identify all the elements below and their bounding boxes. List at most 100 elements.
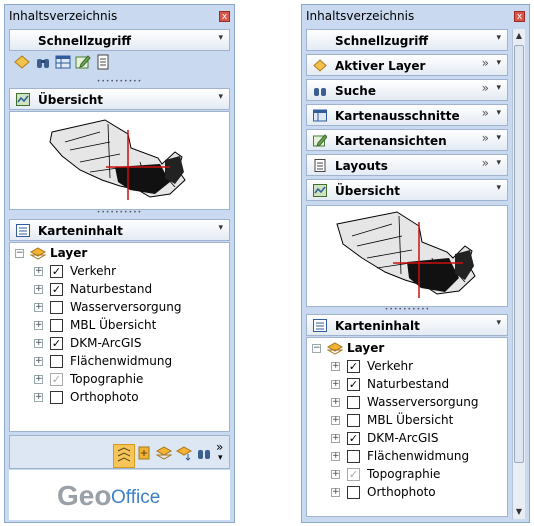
expand-icon[interactable]: + — [34, 321, 43, 330]
left-grip-1[interactable]: •••••••••• — [5, 79, 234, 85]
expand-more-icon[interactable]: » — [482, 106, 489, 120]
layer-row[interactable]: + Orthophoto — [307, 484, 502, 502]
layer-order-icon[interactable] — [113, 444, 135, 468]
right-section-item[interactable]: Suche » ▾ — [306, 79, 508, 101]
expand-icon[interactable]: + — [331, 434, 340, 443]
left-map-content-dropdown-icon[interactable]: ▾ — [218, 223, 223, 233]
right-section-dropdown-icon[interactable]: ▾ — [496, 83, 501, 93]
layer-visibility-checkbox[interactable] — [50, 355, 63, 368]
layer-visibility-checkbox[interactable]: ✓ — [347, 360, 360, 373]
layer-row[interactable]: + Orthophoto — [10, 389, 205, 407]
expand-icon[interactable]: + — [331, 362, 340, 371]
right-section-dropdown-icon[interactable]: ▾ — [496, 183, 501, 193]
layer-row[interactable]: + ✓ Verkehr — [10, 263, 205, 281]
layer-visibility-checkbox[interactable]: ✓ — [50, 337, 63, 350]
right-scrollbar[interactable]: ▲ ▼ — [512, 29, 525, 519]
expand-icon[interactable]: + — [331, 452, 340, 461]
right-section-item[interactable]: Kartenausschnitte » ▾ — [306, 104, 508, 126]
collapse-icon[interactable]: − — [15, 249, 24, 258]
left-grip-2[interactable]: •••••••••• — [5, 210, 234, 216]
layer-down-icon[interactable] — [176, 445, 192, 461]
expand-icon[interactable]: + — [34, 375, 43, 384]
left-section-map-content[interactable]: Karteninhalt ▾ — [9, 219, 230, 241]
expand-icon[interactable]: + — [34, 267, 43, 276]
right-section-item[interactable]: Schnellzugriff ▾ — [306, 29, 508, 51]
layer-row[interactable]: + MBL Übersicht — [307, 412, 502, 430]
layer-visibility-checkbox[interactable]: ✓ — [347, 378, 360, 391]
expand-icon[interactable]: + — [34, 357, 43, 366]
expand-more-icon[interactable]: » — [482, 56, 489, 70]
layer-row[interactable]: + ✓ Naturbestand — [307, 376, 502, 394]
layer-row[interactable]: + MBL Übersicht — [10, 317, 205, 335]
toolbar-overflow-icon[interactable]: » — [216, 440, 223, 454]
collapse-icon[interactable]: − — [312, 344, 321, 353]
right-section-dropdown-icon[interactable]: ▾ — [496, 133, 501, 143]
right-map-content-dropdown-icon[interactable]: ▾ — [496, 318, 501, 328]
right-section-item[interactable]: Aktiver Layer » ▾ — [306, 54, 508, 76]
left-overview-dropdown-icon[interactable]: ▾ — [218, 92, 223, 102]
layer-visibility-checkbox[interactable] — [50, 301, 63, 314]
right-section-item[interactable]: Übersicht ▾ — [306, 179, 508, 201]
expand-more-icon[interactable]: » — [482, 131, 489, 145]
right-section-dropdown-icon[interactable]: ▾ — [496, 33, 501, 43]
expand-icon[interactable]: + — [331, 488, 340, 497]
right-overview-map[interactable] — [306, 205, 508, 307]
page-icon[interactable] — [95, 54, 111, 70]
layer-visibility-checkbox[interactable] — [347, 396, 360, 409]
right-close-button[interactable]: x — [514, 11, 525, 22]
expand-icon[interactable]: + — [331, 398, 340, 407]
right-section-map-content[interactable]: Karteninhalt ▾ — [306, 314, 508, 336]
expand-icon[interactable]: + — [34, 303, 43, 312]
layer-row[interactable]: + ✓ Verkehr — [307, 358, 502, 376]
layer-row[interactable]: + ✓ Topographie — [307, 466, 502, 484]
binoculars-icon[interactable] — [35, 54, 51, 70]
expand-icon[interactable]: + — [34, 339, 43, 348]
right-section-item[interactable]: Layouts » ▾ — [306, 154, 508, 176]
layer-row[interactable]: + ✓ Naturbestand — [10, 281, 205, 299]
map-edit-icon[interactable] — [75, 54, 91, 70]
left-section-overview[interactable]: Übersicht ▾ — [9, 88, 230, 110]
layer-row[interactable]: + Flächenwidmung — [307, 448, 502, 466]
scroll-up-arrow[interactable]: ▲ — [513, 29, 525, 43]
expand-icon[interactable]: + — [34, 393, 43, 402]
layer-root-row[interactable]: − Layer — [10, 245, 210, 263]
left-section-quick-access[interactable]: Schnellzugriff ▾ — [9, 29, 230, 51]
layer-visibility-checkbox[interactable] — [347, 450, 360, 463]
toolbar-overflow-dropdown-icon[interactable]: ▾ — [218, 453, 223, 463]
left-close-button[interactable]: x — [219, 11, 230, 22]
layer-visibility-checkbox[interactable]: ✓ — [50, 265, 63, 278]
map-table-icon[interactable] — [55, 54, 71, 70]
diamond-icon[interactable] — [14, 54, 30, 70]
right-section-dropdown-icon[interactable]: ▾ — [496, 158, 501, 168]
layer-row[interactable]: + Wasserversorgung — [307, 394, 502, 412]
layer-visibility-checkbox[interactable] — [50, 391, 63, 404]
layer-visibility-checkbox[interactable] — [347, 486, 360, 499]
expand-icon[interactable]: + — [331, 416, 340, 425]
layer-row[interactable]: + ✓ Topographie — [10, 371, 205, 389]
right-section-item[interactable]: Kartenansichten » ▾ — [306, 129, 508, 151]
left-overview-map[interactable] — [9, 111, 230, 210]
layer-add-icon[interactable] — [136, 445, 152, 461]
layer-row[interactable]: + ✓ DKM-ArcGIS — [10, 335, 205, 353]
right-grip[interactable]: •••••••••• — [302, 307, 513, 313]
layer-row[interactable]: + Wasserversorgung — [10, 299, 205, 317]
expand-icon[interactable]: + — [331, 470, 340, 479]
scroll-down-arrow[interactable]: ▼ — [513, 505, 525, 519]
layer-visibility-checkbox[interactable] — [50, 319, 63, 332]
layer-row[interactable]: + Flächenwidmung — [10, 353, 205, 371]
layer-visibility-checkbox[interactable]: ✓ — [50, 373, 63, 386]
expand-icon[interactable]: + — [331, 380, 340, 389]
layer-visibility-checkbox[interactable] — [347, 414, 360, 427]
left-quick-access-dropdown-icon[interactable]: ▾ — [218, 33, 223, 43]
right-section-dropdown-icon[interactable]: ▾ — [496, 108, 501, 118]
layer-visibility-checkbox[interactable]: ✓ — [347, 468, 360, 481]
layer-row[interactable]: + ✓ DKM-ArcGIS — [307, 430, 502, 448]
layer-root-row[interactable]: − Layer — [307, 340, 497, 358]
expand-more-icon[interactable]: » — [482, 81, 489, 95]
expand-more-icon[interactable]: » — [482, 156, 489, 170]
scroll-thumb[interactable] — [514, 45, 524, 463]
layer-visibility-checkbox[interactable]: ✓ — [50, 283, 63, 296]
right-section-dropdown-icon[interactable]: ▾ — [496, 58, 501, 68]
layer-stack-icon[interactable] — [156, 445, 172, 461]
layer-visibility-checkbox[interactable]: ✓ — [347, 432, 360, 445]
